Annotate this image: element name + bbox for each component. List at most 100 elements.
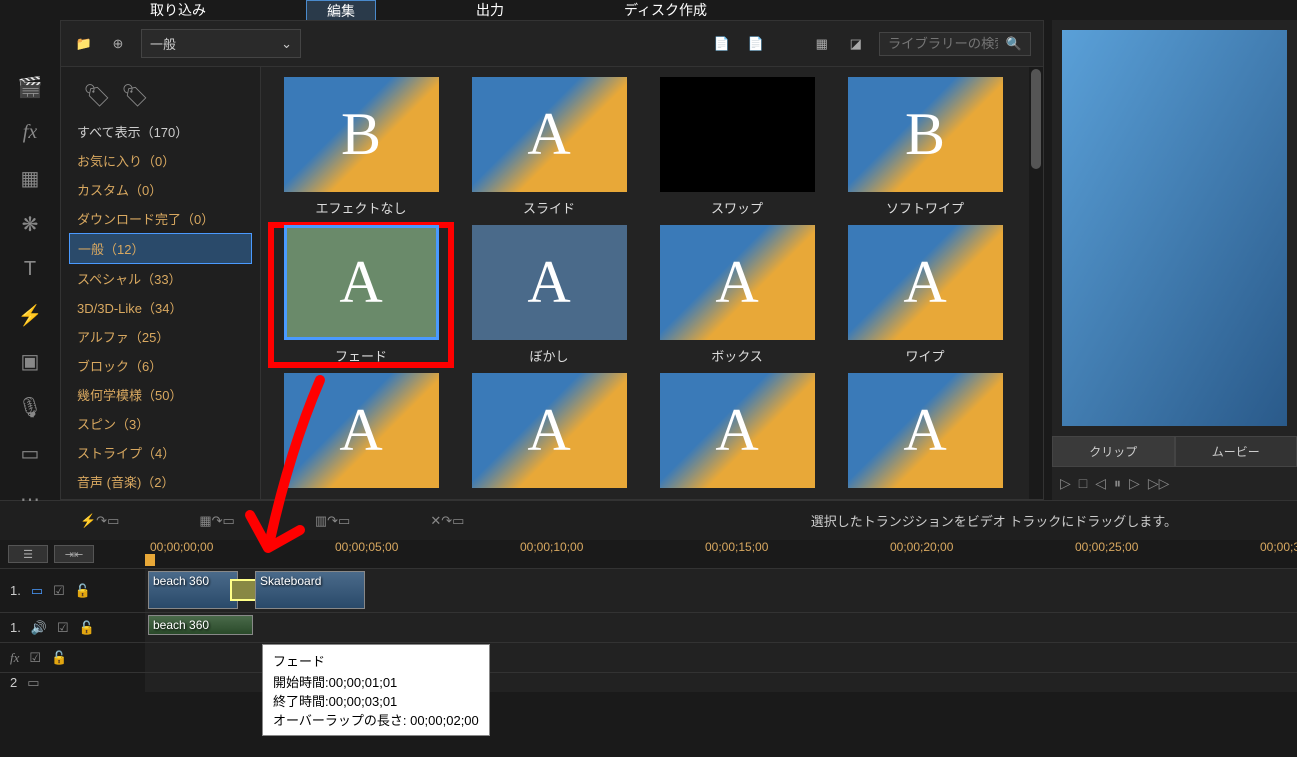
- fx-room-icon[interactable]: fx: [18, 121, 42, 144]
- audio-room-icon[interactable]: ▣: [18, 349, 42, 373]
- track-head: fx ☑ 🔓: [0, 650, 145, 666]
- cat-geometric[interactable]: 幾何学模様（50）: [69, 380, 252, 409]
- cat-favorites[interactable]: お気に入り（0）: [69, 146, 252, 175]
- track-visible-icon[interactable]: ☑: [53, 583, 65, 599]
- track-body[interactable]: beach 360 Skateboard: [145, 569, 1297, 612]
- preview-canvas: [1062, 30, 1287, 426]
- cat-show-all[interactable]: すべて表示（170）: [69, 117, 252, 146]
- track-lock-icon[interactable]: 🔓: [79, 620, 95, 636]
- new-folder-icon[interactable]: 📄: [711, 33, 733, 55]
- tag-remove-icon[interactable]: 🏷: [121, 83, 149, 109]
- chapter-room-icon[interactable]: ▭: [18, 441, 42, 465]
- playback-controls: ▷ □ ◁ ⏸ ▷ ▷▷: [1052, 467, 1297, 500]
- stop-icon[interactable]: □: [1079, 475, 1087, 492]
- transition-thumb[interactable]: Aワイプ: [835, 225, 1015, 365]
- video-icon[interactable]: ▭: [27, 675, 39, 691]
- fast-forward-icon[interactable]: ▷▷: [1148, 475, 1170, 492]
- preview-tab-clip[interactable]: クリップ: [1052, 436, 1175, 467]
- tag-add-icon[interactable]: 🏷: [83, 83, 111, 109]
- dropdown-value: 一般: [150, 34, 176, 53]
- category-dropdown[interactable]: 一般 ⌄: [141, 29, 301, 58]
- import-icon[interactable]: 📁: [73, 33, 95, 55]
- track-visible-icon[interactable]: ☑: [29, 650, 41, 666]
- search-icon[interactable]: 🔍: [1006, 36, 1022, 52]
- tl-view-btn[interactable]: ☰: [8, 545, 48, 563]
- subtitle-room-icon[interactable]: ⋯: [18, 487, 42, 511]
- chevron-down-icon: ⌄: [281, 36, 292, 52]
- track-head: 1. ▭ ☑ 🔓: [0, 583, 145, 599]
- cat-prodad[interactable]: proDAD（1）: [69, 496, 252, 499]
- transition-thumb[interactable]: A: [459, 373, 639, 494]
- tool-group2[interactable]: ▦↷▭: [199, 513, 234, 529]
- play-icon[interactable]: ▷: [1060, 475, 1071, 492]
- tl-snap-btn[interactable]: ⇥⇤: [54, 545, 94, 563]
- tool-group3[interactable]: ▥↷▭: [315, 513, 350, 529]
- transition-thumb[interactable]: A: [647, 373, 827, 494]
- transition-thumb[interactable]: Bソフトワイプ: [835, 77, 1015, 217]
- prev-frame-icon[interactable]: ◁: [1095, 475, 1106, 492]
- room-rail: 🎬 fx ▦ ❋ T ⚡ ▣ 🎙 ▭ ⋯: [0, 20, 60, 500]
- cat-stripe[interactable]: ストライプ（4）: [69, 438, 252, 467]
- transition-thumb[interactable]: A: [271, 373, 451, 494]
- grid-view-icon[interactable]: ▦: [811, 33, 833, 55]
- voice-room-icon[interactable]: 🎙: [18, 395, 42, 419]
- download-icon[interactable]: ⊕: [107, 33, 129, 55]
- track-head: 2 ▭: [0, 675, 145, 691]
- cat-spin[interactable]: スピン（3）: [69, 409, 252, 438]
- media-room-icon[interactable]: 🎬: [18, 75, 42, 99]
- title-room-icon[interactable]: T: [18, 258, 42, 281]
- library-scrollbar[interactable]: [1029, 67, 1043, 499]
- tool-group1[interactable]: ⚡↷▭: [80, 513, 119, 529]
- library-panel: 📁 ⊕ 一般 ⌄ 📄 📄 ▦ ◪ 🔍 🏷 🏷 すべて: [60, 20, 1044, 500]
- timeline: ☰ ⇥⇤ 00;00;00;00 00;00;05;00 00;00;10;00…: [0, 540, 1297, 692]
- track-lock-icon[interactable]: 🔓: [51, 650, 67, 666]
- track-visible-icon[interactable]: ☑: [57, 620, 69, 636]
- tab-capture[interactable]: 取り込み: [130, 0, 226, 20]
- transition-thumb[interactable]: Aボックス: [647, 225, 827, 365]
- playhead[interactable]: [145, 554, 155, 566]
- cat-general[interactable]: 一般（12）: [69, 233, 252, 264]
- track-head: 1. 🔊 ☑ 🔓: [0, 620, 145, 636]
- tab-edit[interactable]: 編集: [306, 0, 376, 22]
- pip-room-icon[interactable]: ▦: [18, 166, 42, 190]
- track-body[interactable]: beach 360: [145, 613, 1297, 642]
- video-clip[interactable]: Skateboard: [255, 571, 365, 609]
- transition-thumb[interactable]: Aぼかし: [459, 225, 639, 365]
- transition-thumb[interactable]: A: [835, 373, 1015, 494]
- search-input[interactable]: [888, 36, 998, 51]
- audio-icon[interactable]: 🔊: [31, 620, 47, 636]
- tab-output[interactable]: 出力: [456, 0, 524, 20]
- track-lock-icon[interactable]: 🔓: [75, 583, 91, 599]
- timeline-head-controls: ☰ ⇥⇤: [0, 545, 145, 563]
- transition-thumb[interactable]: スワップ: [647, 77, 827, 217]
- search-box: 🔍: [879, 32, 1031, 56]
- tool-group4[interactable]: ✕↷▭: [430, 513, 464, 529]
- tab-disc[interactable]: ディスク作成: [604, 0, 727, 20]
- cat-block[interactable]: ブロック（6）: [69, 351, 252, 380]
- cat-custom[interactable]: カスタム（0）: [69, 175, 252, 204]
- transition-thumb[interactable]: Aスライド: [459, 77, 639, 217]
- video-track-1: 1. ▭ ☑ 🔓 beach 360 Skateboard: [0, 568, 1297, 612]
- drag-hint: 選択したトランジションをビデオ トラックにドラッグします。: [811, 511, 1177, 530]
- transition-thumb-fade[interactable]: Aフェード: [271, 225, 451, 365]
- detail-view-icon[interactable]: ◪: [845, 33, 867, 55]
- step-icon[interactable]: ⏸: [1114, 475, 1121, 492]
- timeline-ruler[interactable]: 00;00;00;00 00;00;05;00 00;00;10;00 00;0…: [145, 540, 1297, 568]
- particle-room-icon[interactable]: ❋: [18, 212, 42, 236]
- transition-room-icon[interactable]: ⚡: [18, 303, 42, 327]
- video-clip[interactable]: beach 360: [148, 571, 238, 609]
- audio-track-1: 1. 🔊 ☑ 🔓 beach 360: [0, 612, 1297, 642]
- fx-label: fx: [10, 650, 19, 666]
- preview-tab-movie[interactable]: ムービー: [1175, 436, 1297, 467]
- new-folder2-icon[interactable]: 📄: [745, 33, 767, 55]
- cat-downloaded[interactable]: ダウンロード完了（0）: [69, 204, 252, 233]
- cat-3d[interactable]: 3D/3D-Like（34）: [69, 293, 252, 322]
- next-frame-icon[interactable]: ▷: [1129, 475, 1140, 492]
- audio-clip[interactable]: beach 360: [148, 615, 253, 635]
- transition-thumb[interactable]: Bエフェクトなし: [271, 77, 451, 217]
- cat-audio[interactable]: 音声 (音楽)（2）: [69, 467, 252, 496]
- category-panel: 🏷 🏷 すべて表示（170） お気に入り（0） カスタム（0） ダウンロード完了…: [61, 67, 261, 499]
- cat-special[interactable]: スペシャル（33）: [69, 264, 252, 293]
- video-icon[interactable]: ▭: [31, 583, 43, 599]
- cat-alpha[interactable]: アルファ（25）: [69, 322, 252, 351]
